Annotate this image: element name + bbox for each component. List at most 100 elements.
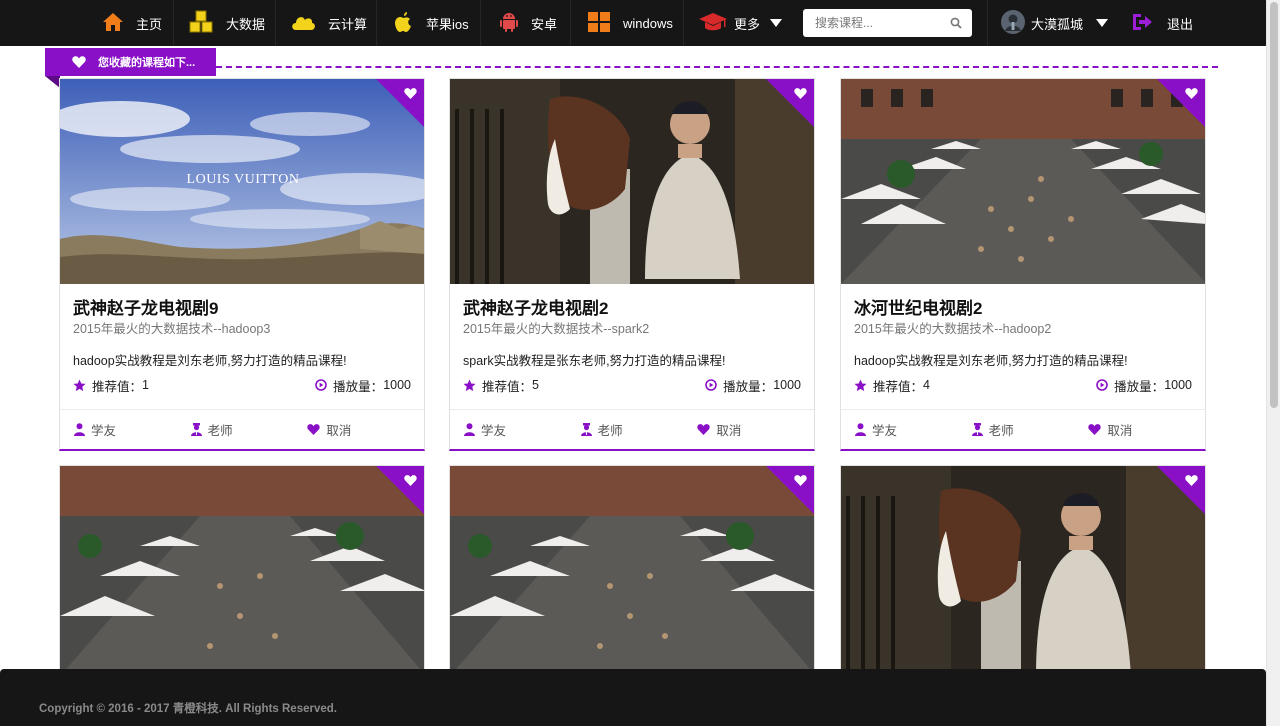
course-card[interactable]: [59, 465, 425, 676]
heart-icon[interactable]: [1185, 473, 1198, 491]
course-title[interactable]: 冰河世纪电视剧2: [854, 294, 1192, 318]
cubes-icon: [188, 10, 214, 37]
user-icon: [74, 423, 85, 436]
star-icon: [73, 378, 86, 391]
section-title: 您收藏的课程如下...: [98, 57, 196, 69]
heart-icon: [1088, 424, 1102, 435]
recommend-stat: 推荐值： 1: [73, 376, 149, 395]
course-title[interactable]: 武神赵子龙电视剧2: [463, 294, 801, 318]
heart-icon: [307, 424, 321, 435]
search-input[interactable]: [815, 16, 943, 30]
search-box: [803, 9, 972, 37]
nav-android[interactable]: 安卓: [481, 0, 571, 46]
course-subtitle: 2015年最火的大数据技术--spark2: [463, 322, 650, 336]
copyright-text: Copyright © 2016 - 2017 青橙科技. All Rights…: [39, 703, 337, 715]
top-navbar: 主页 大数据 云计算 苹果ios 安卓 windows 更多 搜索课程... 大…: [0, 0, 1280, 46]
nav-bigdata[interactable]: 大数据: [174, 0, 276, 46]
nav-cloud-label: 云计算: [328, 16, 368, 32]
page-footer: Copyright © 2016 - 2017 青橙科技. All Rights…: [0, 669, 1266, 726]
course-card[interactable]: LOUIS VUITTON 武神赵子龙电视剧9 2015年最火的大数据技术--h…: [59, 78, 425, 451]
nav-ios[interactable]: 苹果ios: [377, 0, 481, 46]
cancel-favorite-button[interactable]: 取消: [1088, 420, 1205, 439]
cancel-favorite-button[interactable]: 取消: [697, 420, 814, 439]
cloud-icon: [290, 13, 316, 34]
heart-icon[interactable]: [404, 86, 417, 104]
course-card[interactable]: 冰河世纪电视剧2 2015年最火的大数据技术--hadoop2 hadoop实战…: [840, 78, 1206, 451]
course-thumbnail[interactable]: [450, 79, 814, 284]
classmate-button[interactable]: 学友: [855, 420, 972, 439]
man-with-horse-image: [841, 466, 1205, 676]
play-circle-icon: [315, 379, 327, 391]
play-circle-icon: [1096, 379, 1108, 391]
teacher-icon: [580, 423, 592, 436]
classmate-button[interactable]: 学友: [74, 420, 191, 439]
avatar: [1001, 9, 1025, 37]
heart-icon[interactable]: [1185, 86, 1198, 104]
logout-label: 退出: [1167, 16, 1194, 32]
play-count-stat: 播放量： 1000: [1096, 376, 1192, 395]
course-thumbnail[interactable]: [841, 466, 1205, 676]
section-ribbon: 您收藏的课程如下...: [45, 48, 216, 76]
recommend-stat: 推荐值： 5: [463, 376, 539, 395]
brand-logo-text: LOUIS VUITTON: [187, 172, 300, 187]
logout-button[interactable]: 退出: [1118, 0, 1210, 46]
course-card[interactable]: [449, 465, 815, 676]
nav-more-label: 更多: [734, 16, 761, 32]
play-count-value: 1000: [383, 378, 411, 392]
course-card[interactable]: 武神赵子龙电视剧2 2015年最火的大数据技术--spark2 spark实战教…: [449, 78, 815, 451]
teacher-icon: [971, 423, 983, 436]
user-icon: [464, 423, 475, 436]
play-count-stat: 播放量： 1000: [315, 376, 411, 395]
nav-ios-label: 苹果ios: [426, 16, 469, 32]
teacher-button[interactable]: 老师: [971, 420, 1089, 439]
graduation-cap-icon: [698, 12, 728, 35]
street-market-image: [450, 466, 814, 676]
heart-icon: [72, 56, 86, 71]
recommend-value: 1: [142, 378, 149, 392]
sky-desert-image: LOUIS VUITTON: [60, 79, 424, 284]
nav-windows[interactable]: windows: [571, 0, 684, 46]
heart-icon[interactable]: [794, 86, 807, 104]
play-count-value: 1000: [1164, 378, 1192, 392]
classmate-button[interactable]: 学友: [464, 420, 581, 439]
nav-bigdata-label: 大数据: [226, 16, 266, 32]
course-thumbnail[interactable]: [450, 466, 814, 676]
nav-cloud[interactable]: 云计算: [276, 0, 377, 46]
course-thumbnail[interactable]: [60, 466, 424, 676]
windows-icon: [587, 11, 611, 36]
nav-android-label: 安卓: [531, 16, 558, 32]
course-card[interactable]: [840, 465, 1206, 676]
chevron-down-icon: [770, 19, 783, 27]
teacher-button[interactable]: 老师: [190, 420, 308, 439]
nav-more-dropdown[interactable]: 更多: [684, 0, 789, 46]
home-icon: [102, 12, 124, 35]
cancel-favorite-button[interactable]: 取消: [307, 420, 424, 439]
teacher-button[interactable]: 老师: [580, 420, 698, 439]
scrollbar-thumb[interactable]: [1270, 2, 1278, 408]
course-title[interactable]: 武神赵子龙电视剧9: [73, 294, 411, 318]
nav-home-label: 主页: [136, 16, 163, 32]
ribbon-fold: [45, 76, 60, 88]
course-thumbnail[interactable]: [841, 79, 1205, 284]
course-description: hadoop实战教程是刘东老师,努力打造的精品课程!: [73, 354, 347, 368]
heart-icon[interactable]: [404, 473, 417, 491]
teacher-icon: [190, 423, 202, 436]
man-with-horse-image: [450, 79, 814, 284]
section-divider: [216, 66, 1218, 68]
street-market-image: [60, 466, 424, 676]
nav-home[interactable]: 主页: [88, 0, 174, 46]
search-icon[interactable]: [950, 17, 962, 29]
user-menu[interactable]: 大漠孤城: [987, 0, 1118, 46]
course-thumbnail[interactable]: LOUIS VUITTON: [60, 79, 424, 284]
recommend-value: 4: [923, 378, 930, 392]
recommend-value: 5: [532, 378, 539, 392]
star-icon: [854, 378, 867, 391]
user-name: 大漠孤城: [1031, 16, 1084, 32]
star-icon: [463, 378, 476, 391]
heart-icon[interactable]: [794, 473, 807, 491]
course-description: spark实战教程是张东老师,努力打造的精品课程!: [463, 354, 726, 368]
street-market-image: [841, 79, 1205, 284]
page-scrollbar[interactable]: [1266, 0, 1280, 726]
play-count-stat: 播放量： 1000: [705, 376, 801, 395]
recommend-stat: 推荐值： 4: [854, 376, 930, 395]
